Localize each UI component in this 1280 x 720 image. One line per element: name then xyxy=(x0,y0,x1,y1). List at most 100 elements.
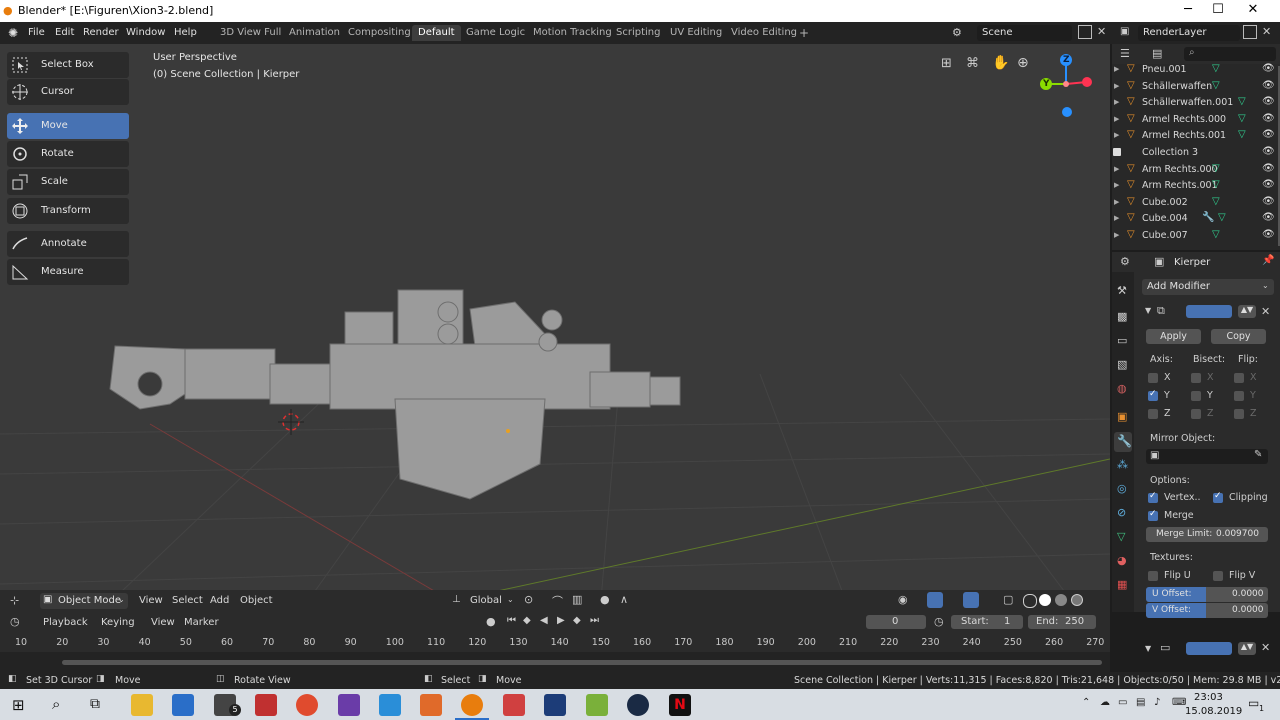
clock-time[interactable]: 23:03 xyxy=(1194,692,1223,703)
clipping-checkbox[interactable] xyxy=(1213,491,1223,503)
scene-icon[interactable]: ⚙ xyxy=(952,26,962,39)
mode-dropdown[interactable]: ▣ Object Mode ⌄ xyxy=(40,593,128,609)
tool-transform[interactable]: Transform xyxy=(7,198,129,224)
windows-start-icon[interactable]: ⊞ xyxy=(12,696,25,714)
outliner-row[interactable]: ▶ ▽ Schällerwaffen ▽ 👁 xyxy=(1112,79,1280,95)
eye-icon[interactable]: 👁 xyxy=(1262,179,1275,190)
tab-default[interactable]: Default xyxy=(412,25,461,41)
outliner-row[interactable]: ▶ ▽ Armel Rechts.001 ▽ 👁 xyxy=(1112,128,1280,144)
axis-x-checkbox[interactable] xyxy=(1148,373,1158,383)
vp-menu-select[interactable]: Select xyxy=(172,595,203,606)
timeline-menu-marker[interactable]: Marker xyxy=(184,617,219,628)
solid-shading-icon[interactable] xyxy=(1039,594,1051,606)
camera-view-icon[interactable]: ⌘ xyxy=(966,56,979,71)
axis-y-checkbox[interactable] xyxy=(1148,389,1158,401)
tool-move[interactable]: Move xyxy=(7,113,129,139)
tab-motion-tracking[interactable]: Motion Tracking xyxy=(527,25,618,41)
onedrive-icon[interactable]: ☁ xyxy=(1100,697,1110,708)
v-offset-field[interactable]: V Offset: 0.0000 xyxy=(1146,603,1268,618)
render-tab-icon[interactable]: ▩ xyxy=(1117,310,1127,323)
tool-scale[interactable]: Scale xyxy=(7,169,129,195)
app-icon[interactable] xyxy=(503,694,525,716)
eye-icon[interactable]: 👁 xyxy=(1262,113,1275,124)
snap-icon[interactable]: ⌒ xyxy=(552,593,563,609)
tab-video-editing[interactable]: Video Editing xyxy=(725,25,803,41)
timeline-menu-playback[interactable]: Playback xyxy=(43,617,88,628)
copy-button[interactable]: Copy xyxy=(1211,329,1266,344)
current-frame-field[interactable]: 0 xyxy=(866,615,926,629)
remove-modifier-icon[interactable]: ✕ xyxy=(1261,305,1270,318)
eyedropper-icon[interactable]: ✎ xyxy=(1254,449,1262,460)
move-modifier-icon[interactable]: ▲▼ xyxy=(1238,305,1256,318)
expand-arrow-icon[interactable]: ▶ xyxy=(1114,82,1119,90)
eye-icon[interactable]: 👁 xyxy=(1262,80,1275,91)
outliner-row[interactable]: ▶Collection 3👁 xyxy=(1112,145,1280,161)
outliner-search-input[interactable]: ⌕ xyxy=(1184,47,1276,61)
display-mode-icon[interactable]: ▤ xyxy=(1152,47,1162,60)
outliner-row[interactable]: ▶ ▽ Cube.004 🔧 ▽ 👁 xyxy=(1112,211,1280,227)
new-layer-icon[interactable] xyxy=(1243,25,1257,39)
physics-tab-icon[interactable]: ◎ xyxy=(1117,482,1127,495)
play-icon[interactable]: ▶ xyxy=(557,615,565,626)
data-tab-icon[interactable]: ▽ xyxy=(1117,530,1125,543)
outliner-row[interactable]: ▶ ▽ Armel Rechts.000 ▽ 👁 xyxy=(1112,112,1280,128)
tab-scripting[interactable]: Scripting xyxy=(610,25,666,41)
menu-edit[interactable]: Edit xyxy=(55,27,74,38)
mesh-data-icon[interactable]: ▽ xyxy=(1212,163,1220,174)
mesh-data-icon[interactable]: ▽ xyxy=(1212,63,1220,74)
affinity-publisher-icon[interactable] xyxy=(420,694,442,716)
outliner-row[interactable]: ▶ ▽ Arm Rechts.001 ▽ 👁 xyxy=(1112,178,1280,194)
timeline-ruler[interactable]: 10 20 30 40 50 60 70 80 90 100 110 120 130 140 150 160 1… xyxy=(0,632,1110,652)
eye-icon[interactable]: 👁 xyxy=(1262,229,1275,240)
notification-icon[interactable]: ▭ xyxy=(1248,696,1259,710)
outliner-row[interactable]: ▶ ▽ Arm Rechts.000 ▽ 👁 xyxy=(1112,162,1280,178)
properties-type-icon[interactable]: ⚙ xyxy=(1120,255,1130,268)
tool-select-box[interactable]: Select Box xyxy=(7,52,129,78)
expand-arrow-icon[interactable]: ▶ xyxy=(1114,231,1119,239)
expand-arrow-icon[interactable]: ▶ xyxy=(1114,98,1119,106)
expand-arrow-icon[interactable]: ▶ xyxy=(1114,165,1119,173)
remove-modifier-icon[interactable]: ✕ xyxy=(1261,641,1270,654)
3d-viewport[interactable]: User Perspective (0) Scene Collection | … xyxy=(0,44,1110,612)
eye-icon[interactable]: 👁 xyxy=(1262,63,1275,74)
merge-limit-field[interactable]: Merge Limit: 0.009700 xyxy=(1146,527,1268,542)
view-layer-tab-icon[interactable]: ▧ xyxy=(1117,358,1127,371)
expand-arrow-icon[interactable]: ▶ xyxy=(1114,214,1119,222)
apply-button[interactable]: Apply xyxy=(1146,329,1201,344)
modifier-visibility-toggles[interactable] xyxy=(1186,305,1232,318)
eye-icon[interactable]: 👁 xyxy=(1262,196,1275,207)
expand-arrow-icon[interactable]: ▶ xyxy=(1114,181,1119,189)
new-scene-icon[interactable] xyxy=(1078,25,1092,39)
u-offset-field[interactable]: U Offset: 0.0000 xyxy=(1146,587,1268,602)
falloff-icon[interactable]: ∧ xyxy=(620,593,628,606)
task-view-icon[interactable]: ⧉ xyxy=(90,696,100,712)
clock-date[interactable]: 15.08.2019 xyxy=(1185,706,1242,717)
netflix-icon[interactable]: N xyxy=(669,694,691,716)
steam-icon[interactable] xyxy=(627,694,649,716)
outliner-type-icon[interactable]: ☰ xyxy=(1120,47,1130,60)
mesh-data-icon[interactable]: ▽ xyxy=(1212,229,1220,240)
outliner-row[interactable]: ▶ ▽ Pneu.001 ▽ 👁 xyxy=(1112,62,1280,78)
timeline-editor-icon[interactable]: ◷ xyxy=(10,615,20,628)
menu-window[interactable]: Window xyxy=(126,27,165,38)
jump-start-icon[interactable]: ⏮ xyxy=(507,615,516,626)
eye-icon[interactable]: 👁 xyxy=(1262,129,1275,140)
prev-keyframe-icon[interactable]: ◆ xyxy=(523,615,531,626)
eye-icon[interactable]: 👁 xyxy=(1262,96,1275,107)
wireframe-shading-icon[interactable] xyxy=(1023,594,1037,608)
tool-rotate[interactable]: Rotate xyxy=(7,141,129,167)
bisect-x-checkbox[interactable] xyxy=(1191,373,1201,383)
menu-file[interactable]: File xyxy=(28,27,45,38)
outliner-row[interactable]: ▶ ▽ Cube.002 ▽ 👁 xyxy=(1112,195,1280,211)
mesh-data-icon[interactable]: ▽ xyxy=(1238,96,1246,107)
end-frame-field[interactable]: End: 250 xyxy=(1028,615,1096,629)
tray-chevron-icon[interactable]: ⌃ xyxy=(1082,697,1090,708)
output-tab-icon[interactable]: ▭ xyxy=(1117,334,1127,347)
start-frame-field[interactable]: Start: 1 xyxy=(951,615,1023,629)
delete-scene-icon[interactable]: ✕ xyxy=(1097,25,1106,38)
expand-arrow-icon[interactable]: ▶ xyxy=(1114,65,1119,73)
mesh-data-icon[interactable]: ▽ xyxy=(1238,129,1246,140)
tab-compositing[interactable]: Compositing xyxy=(342,25,417,41)
checkbox-icon[interactable] xyxy=(1113,148,1121,156)
jump-end-icon[interactable]: ⏭ xyxy=(590,615,599,626)
